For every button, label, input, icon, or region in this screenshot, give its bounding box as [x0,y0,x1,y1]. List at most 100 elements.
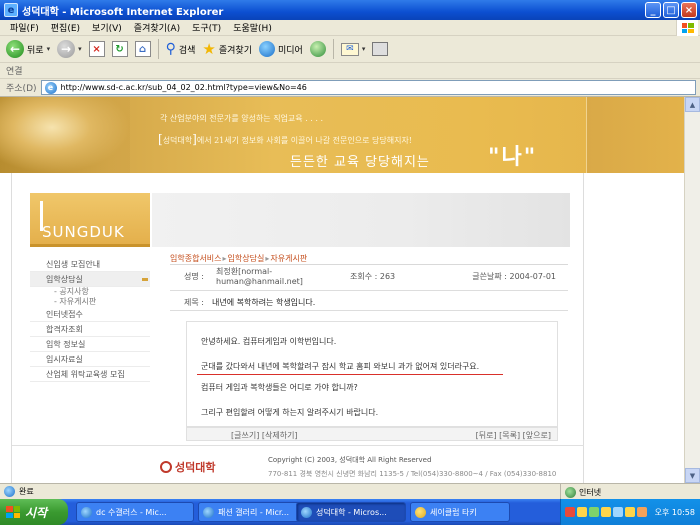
media-button[interactable]: 미디어 [259,41,303,57]
breadcrumb-board[interactable]: 자유게시판 [270,254,307,263]
minimize-button[interactable]: _ [645,2,661,18]
links-label[interactable]: 연결 [6,64,23,77]
task-label: dc 수갤러스 - Mic... [96,507,167,517]
menu-help[interactable]: 도움말(H) [227,21,278,34]
search-label: 검색 [178,45,196,56]
menu-tools[interactable]: 도구(T) [186,21,227,34]
right-gutter [584,173,684,483]
page-icon: e [44,81,57,94]
subject-label: 제목 : [184,298,204,307]
post-meta: 성명 : 최정환[normal-human@hanmail.net] 조회수 :… [170,267,568,291]
sidebar-item-industry-students[interactable]: 산업체 위탁교육생 모집 [30,367,150,382]
taskbar-item-dc[interactable]: dc 수갤러스 - Mic... [76,502,194,522]
sidebar-item-admission-counsel[interactable]: 입학상담실 [30,272,150,287]
vertical-scrollbar[interactable]: ▲ ▼ [684,97,700,483]
forward-button[interactable]: → ▾ [57,40,82,58]
header-strip [152,193,570,247]
favorites-button[interactable]: ★ 즐겨찾기 [202,40,252,58]
tray-app-icon[interactable] [625,507,635,517]
back-button[interactable]: ← 뒤로 ▾ [6,40,50,58]
address-label: 주소(D) [6,84,37,94]
banner-slogan: 든든한 교육 당당해지는 [290,155,430,170]
tray-app-icon[interactable] [637,507,647,517]
clock[interactable]: 오후 10:58 [655,507,695,518]
scroll-up-icon[interactable]: ▲ [685,97,700,112]
menu-view[interactable]: 보기(V) [86,21,128,34]
post-author[interactable]: 최정환[normal-human@hanmail.net] [216,267,316,287]
address-url[interactable]: http://www.sd-c.ac.kr/sub_04_02_02.html?… [61,83,307,92]
refresh-button[interactable]: ↻ [111,41,128,57]
system-tray: 오후 10:58 [560,499,700,525]
top-banner: 각 산업분야의 전문가를 양성하는 직업교육 . . . . [성덕대학]에서 … [0,97,684,173]
breadcrumb-service[interactable]: 입학종합서비스 [170,254,222,263]
chevron-down-icon[interactable]: ▾ [362,45,366,53]
zone-label: 인터넷 [579,487,602,497]
maximize-button[interactable]: □ [663,2,679,18]
home-icon: ⌂ [134,41,151,57]
banner-tagline: 각 산업분야의 전문가를 양성하는 직업교육 . . . . [160,114,323,123]
banner-brand-text: 에서 21세기 정보화 사회를 이끌어 나갈 전문인으로 당당해지자! [196,136,413,145]
ie-icon [301,506,312,518]
sidebar-subitem-notice[interactable]: - 공지사항 [30,287,150,297]
post-date: 글쓴날짜 : 2004-07-01 [472,272,556,281]
search-icon: ⚲ [165,41,176,57]
menu-favorites[interactable]: 즐겨찾기(A) [128,21,186,34]
scroll-down-icon[interactable]: ▼ [685,468,700,483]
window-title-bar[interactable]: e 성덕대학 - Microsoft Internet Explorer _ □… [0,0,700,20]
chevron-down-icon[interactable]: ▾ [78,45,82,53]
sungduk-logo[interactable]: SUNGDUK [30,193,150,247]
sidebar-item-admission-guide[interactable]: 신입생 모집안내 [30,257,150,272]
history-button[interactable] [309,41,326,57]
back-arrow-icon: ← [6,40,24,58]
ie-app-icon[interactable]: e [4,3,18,17]
active-marker [142,278,148,281]
banner-slogan-big: "나" [488,144,538,170]
stop-button[interactable]: × [88,41,105,57]
post-subject-row: 제목 : 내년에 복학하려는 학생입니다. [170,293,568,311]
sidebar-item-result-check[interactable]: 합격자조회 [30,322,150,337]
tray-network-icon[interactable] [613,507,623,517]
menu-file[interactable]: 파일(F) [4,21,45,34]
forward-arrow-icon: → [57,40,76,58]
sidebar-item-internet-apply[interactable]: 인터넷접수 [30,307,150,322]
sidebar-subitem-board[interactable]: - 자유게시판 [30,297,150,307]
footer-divider [12,445,585,446]
footer-school-name: 성덕대학 [175,461,216,474]
mail-icon: ✉ [340,42,359,56]
tray-app-icon[interactable] [589,507,599,517]
write-delete-links[interactable]: [글쓰기] [삭제하기] [231,430,298,441]
sidebar-item-admission-data[interactable]: 입시자료실 [30,352,150,367]
links-bar: 연결 [0,63,700,79]
close-button[interactable]: × [681,2,697,18]
task-label: 패션 갤러리 - Micr... [218,507,290,517]
mail-button[interactable]: ✉ ▾ [340,42,366,56]
menu-edit[interactable]: 편집(E) [45,21,86,34]
taskbar-item-sungduk[interactable]: 성덕대학 - Micros... [296,502,406,522]
history-icon [309,41,326,57]
search-button[interactable]: ⚲ 검색 [166,41,196,57]
tray-app-icon[interactable] [577,507,587,517]
taskbar: 시작 dc 수갤러스 - Mic... 패션 갤러리 - Micr... 성덕대… [0,499,700,525]
post-body: 안녕하세요. 컴퓨터게임과 이학번입니다. 군대를 갔다와서 내년에 복학할려구… [186,321,558,427]
tray-app-icon[interactable] [601,507,611,517]
post-subject: 내년에 복학하려는 학생입니다. [212,298,316,307]
tray-app-icon[interactable] [565,507,575,517]
taskbar-item-sayclub[interactable]: 세이클럽 타키 [410,502,510,522]
print-button[interactable] [372,42,389,56]
post-body-line: 군대를 갔다와서 내년에 복학할려구 잠시 학교 홈피 와보니 과가 없어져 있… [201,362,480,371]
menu-bar: 파일(F) 편집(E) 보기(V) 즐겨찾기(A) 도구(T) 도움말(H) [0,20,700,36]
footer-address: 770-811 경북 영천시 신녕면 화남리 1135-5 / Tel(054)… [268,470,557,478]
back-label: 뒤로 [27,45,44,56]
start-button[interactable]: 시작 [0,499,68,525]
nav-links[interactable]: [뒤로] [목록] [앞으로] [476,430,551,441]
home-button[interactable]: ⌂ [134,41,151,57]
banner-decoration [0,97,130,173]
chevron-down-icon[interactable]: ▾ [47,45,51,53]
address-input[interactable]: e http://www.sd-c.ac.kr/sub_04_02_02.htm… [40,80,696,95]
window-title: 성덕대학 - Microsoft Internet Explorer [22,6,224,18]
red-underline [197,374,503,375]
sidebar-item-admission-info[interactable]: 입학 정보실 [30,337,150,352]
toolbar-divider [157,39,159,59]
breadcrumb-counsel[interactable]: 입학상담실 [228,254,265,263]
toolbar-divider [332,39,334,59]
